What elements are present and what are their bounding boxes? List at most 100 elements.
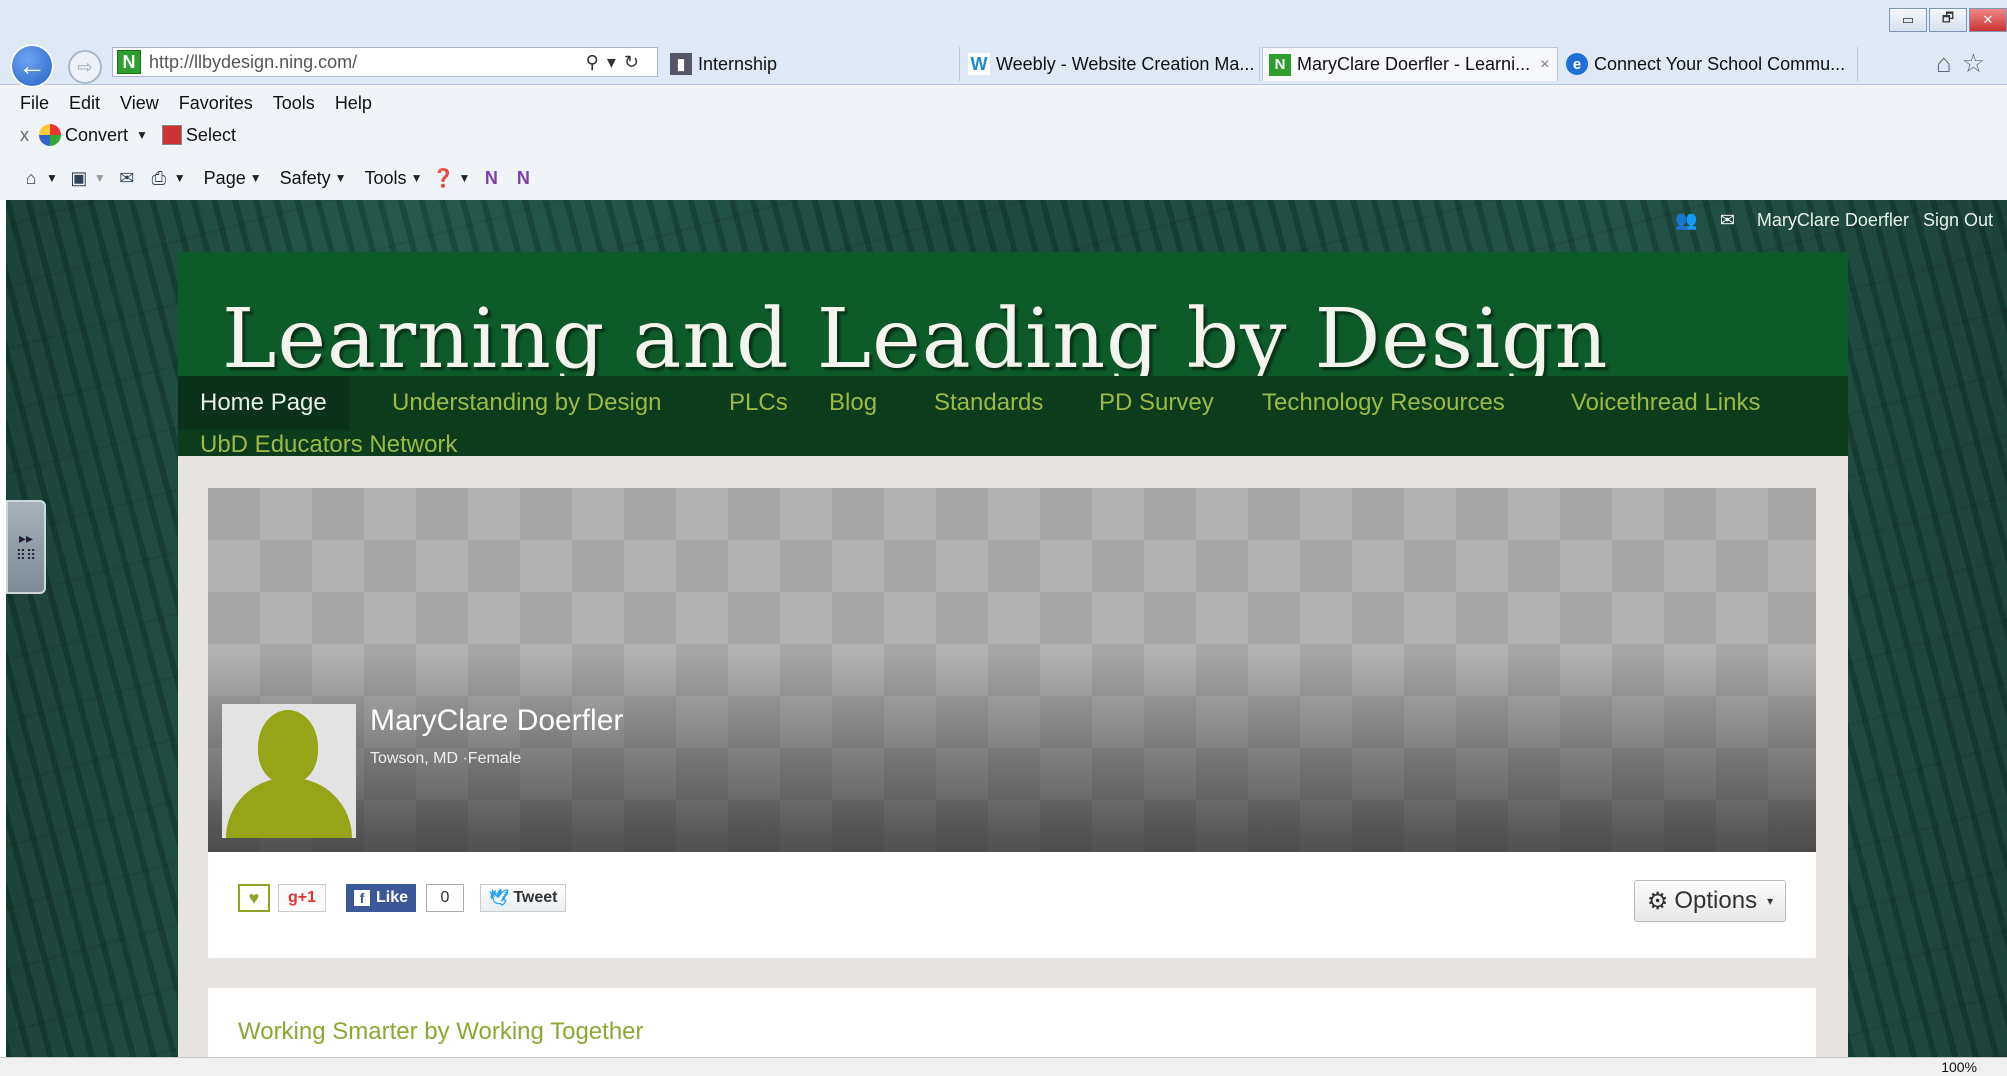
address-bar[interactable]: N http://llbydesign.ning.com/ ⚲▾↻ [112,47,658,77]
envelope-icon[interactable]: ✉ [1720,210,1735,231]
options-button[interactable]: ⚙ Options ▾ [1634,880,1786,922]
address-text[interactable]: http://llbydesign.ning.com/ [149,52,586,73]
user-bar: 👥 ✉ MaryClare Doerfler Sign Out [1675,210,1993,231]
sidebar-toggle[interactable]: ▸▸ ⠿⠿ [6,500,46,594]
back-icon: ← [18,50,46,81]
page-menu[interactable]: Page [204,168,246,189]
user-name-link[interactable]: MaryClare Doerfler [1757,210,1909,231]
toolbar-close[interactable]: x [20,125,29,146]
weebly-icon: W [968,53,990,75]
chevron-down-icon[interactable]: ▼ [174,171,186,185]
window-controls: ▭ 🗗 ✕ [1887,8,2007,32]
nav-plcs[interactable]: PLCs [729,376,788,430]
main-nav: Home Page Understanding by Design PLCs B… [178,376,1848,460]
chevron-down-icon[interactable]: ▼ [411,171,423,185]
avatar-body [226,778,352,838]
nav-technology-resources[interactable]: Technology Resources [1262,376,1505,430]
avatar[interactable] [222,704,356,838]
users-icon[interactable]: 👥 [1675,210,1697,231]
like-heart-button[interactable]: ♥ [238,884,270,912]
title-bar: ▭ 🗗 ✕ [0,0,2007,44]
tab-connect-school[interactable]: e Connect Your School Commu... [1560,47,1858,81]
minimize-button[interactable]: ▭ [1889,8,1927,32]
refresh-icon[interactable]: ↻ [624,52,647,72]
profile-name: MaryClare Doerfler [370,704,624,737]
chevron-down-icon[interactable]: ▼ [250,171,262,185]
chevron-down-icon[interactable]: ▼ [458,171,470,185]
menu-help[interactable]: Help [335,93,372,114]
ning-icon: N [1269,53,1291,76]
restore-button[interactable]: 🗗 [1929,8,1967,32]
profile-cover: MaryClare Doerfler Towson, MD ·Female [208,488,1816,852]
safety-menu[interactable]: Safety [280,168,331,189]
nav-understanding-by-design[interactable]: Understanding by Design [392,376,662,430]
command-bar: ⌂ ▼ ▣ ▼ ✉ ⎙ ▼ Page ▼ Safety ▼ Tools ▼ ❓ … [0,162,534,194]
avatar-head [258,710,318,784]
forward-button[interactable]: ⇨ [68,50,102,84]
browser-right-icons: ⌂☆ [1936,48,1995,79]
double-chevron-right-icon: ▸▸ [18,530,34,546]
sign-out-link[interactable]: Sign Out [1923,210,1993,231]
tweet-button[interactable]: 🕊 Tweet [480,884,567,912]
about-section: Working Smarter by Working Together [208,988,1816,1057]
addon-toolbar: x Convert ▼ Select [0,120,236,150]
menu-favorites[interactable]: Favorites [179,93,253,114]
chevron-down-icon[interactable]: ▼ [136,128,148,142]
browser-chrome: ▭ 🗗 ✕ ← ⇨ N http://llbydesign.ning.com/ … [0,0,2007,200]
facebook-like-count: 0 [426,884,464,912]
select-button[interactable]: Select [186,125,236,146]
tweet-label: Tweet [513,889,558,906]
mail-icon[interactable]: ✉ [116,167,138,189]
nav-blog[interactable]: Blog [829,376,877,430]
bookmark-icon: ▮ [670,53,692,75]
web-page: 👥 ✉ MaryClare Doerfler Sign Out ▸▸ ⠿⠿ Le… [6,200,2007,1057]
site-header: Learning and Leading by Design Home Page… [178,252,1848,460]
tab-maryclare[interactable]: N MaryClare Doerfler - Learni... × [1262,47,1558,81]
facebook-like-button[interactable]: f Like [346,884,417,912]
menu-tools[interactable]: Tools [273,93,315,114]
dropdown-icon[interactable]: ▾ [607,52,624,72]
menu-bar: File Edit View Favorites Tools Help [0,88,372,118]
nav-home-page[interactable]: Home Page [178,376,349,430]
zoom-level[interactable]: 100% [1941,1059,1977,1075]
site-title[interactable]: Learning and Leading by Design [222,292,1608,387]
back-button[interactable]: ← [10,44,54,88]
grip-icon: ⠿⠿ [15,547,37,563]
navigation-row: ← ⇨ N http://llbydesign.ning.com/ ⚲▾↻ ▮ … [0,44,2007,88]
ie-icon: e [1566,53,1588,75]
google-plus-label: +1 [297,889,317,906]
home-icon[interactable]: ⌂ [1936,48,1962,78]
heart-icon: ♥ [248,887,260,908]
chevron-down-icon[interactable]: ▼ [94,171,106,185]
tab-label: MaryClare Doerfler - Learni... [1297,54,1531,74]
close-button[interactable]: ✕ [1969,8,2007,32]
tab-close-icon[interactable]: × [1540,56,1549,74]
convert-button[interactable]: Convert [65,125,128,146]
facebook-like-label: Like [376,889,409,906]
home-icon[interactable]: ⌂ [20,167,42,189]
nav-pd-survey[interactable]: PD Survey [1099,376,1214,430]
tab-label: Internship [698,53,778,74]
rss-icon[interactable]: ▣ [68,167,90,189]
chevron-down-icon[interactable]: ▼ [46,171,58,185]
share-bar: ♥ g +1 f Like 0 🕊 Tweet ⚙ Options ▾ [208,852,1816,958]
nav-voicethread-links[interactable]: Voicethread Links [1571,376,1760,430]
google-plus-button[interactable]: g +1 [278,884,326,912]
onenote-icon[interactable]: N [480,167,502,189]
star-icon[interactable]: ☆ [1962,48,1995,78]
menu-edit[interactable]: Edit [69,93,100,114]
tab-label: Weebly - Website Creation Ma... [996,53,1255,74]
tab-internship[interactable]: ▮ Internship [664,47,960,81]
print-icon[interactable]: ⎙ [148,167,170,189]
google-plus-icon: g [287,889,298,906]
address-tools: ⚲▾↻ [586,52,657,73]
tools-menu[interactable]: Tools [365,168,407,189]
menu-file[interactable]: File [20,93,49,114]
tab-weebly[interactable]: W Weebly - Website Creation Ma... [962,47,1260,81]
chevron-down-icon[interactable]: ▼ [335,171,347,185]
nav-standards[interactable]: Standards [934,376,1043,430]
help-icon[interactable]: ❓ [432,167,454,189]
menu-view[interactable]: View [120,93,159,114]
search-icon[interactable]: ⚲ [586,52,607,72]
onenote-icon[interactable]: N [512,167,534,189]
